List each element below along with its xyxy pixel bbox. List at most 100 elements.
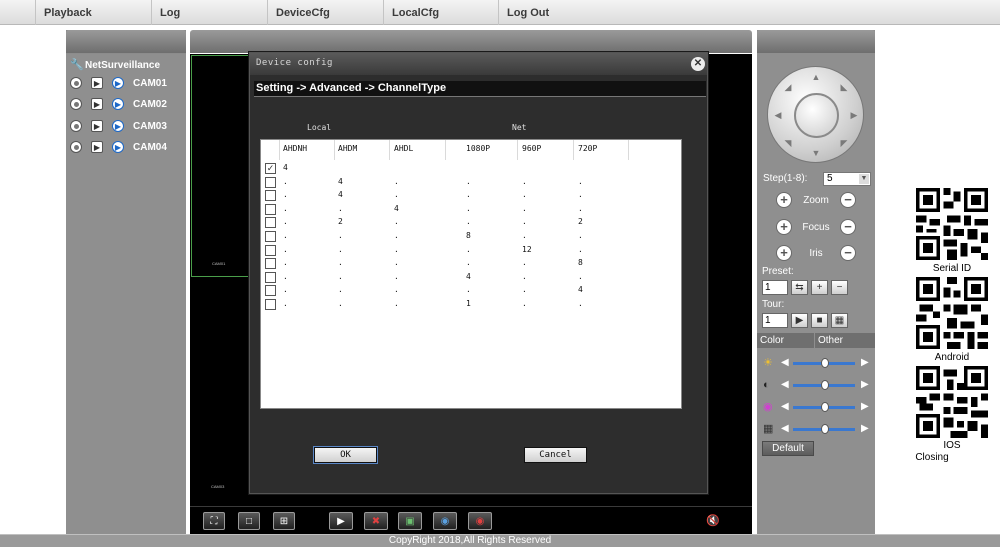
play-icon[interactable]: ▶ [91,141,103,153]
menu-logout[interactable]: Log Out [498,0,614,25]
decrease-arrow-icon[interactable]: ◀ [781,357,789,368]
increase-arrow-icon[interactable]: ▶ [861,357,869,368]
channel-row: ... 4.. [261,271,681,284]
arrow-up-icon[interactable]: ▲ [811,72,821,82]
slider-thumb[interactable] [821,358,829,368]
record-icon[interactable] [70,77,82,89]
tour-input[interactable]: 1 [762,313,788,328]
tour-grid-button[interactable]: ▦ [831,313,848,328]
play-icon[interactable]: ▶ [91,77,103,89]
iris-close-button[interactable]: − [840,245,856,261]
zoom-out-button[interactable]: − [840,192,856,208]
arrow-down-right-icon[interactable]: ◤ [839,138,849,148]
close-all-button[interactable]: ✖ [364,512,388,530]
single-view-button[interactable]: □ [238,512,260,530]
step-select[interactable]: 5 ▼ [823,172,871,186]
video-cell-3[interactable]: CAM03 [191,279,249,501]
play-icon[interactable]: ▶ [91,98,103,110]
increase-arrow-icon[interactable]: ▶ [861,379,869,390]
cam-label[interactable]: CAM03 [133,121,167,132]
default-button[interactable]: Default [762,441,814,456]
tour-stop-button[interactable]: ■ [811,313,828,328]
menu-localcfg[interactable]: LocalCfg [383,0,499,25]
preset-goto-button[interactable]: ⇆ [791,280,808,295]
slider-thumb[interactable] [821,380,829,390]
tour-play-button[interactable]: ▶ [791,313,808,328]
row-checkbox[interactable] [265,217,276,229]
row-checkbox[interactable] [265,244,276,256]
row-checkbox[interactable] [265,176,276,188]
camera-icon[interactable]: ▶ [112,141,124,153]
dialog-title-bar[interactable]: Device config ✕ [250,53,707,75]
preset-remove-button[interactable]: − [831,280,848,295]
slider-thumb[interactable] [821,402,829,412]
ptz-direction-pad[interactable]: ▲ ▼ ◀ ▶ ◢ ◣ ◥ ◤ [767,66,864,163]
tree-root-netsurveillance[interactable]: 🔧 NetSurveillance [70,58,160,72]
arrow-left-icon[interactable]: ◀ [773,110,783,120]
increase-arrow-icon[interactable]: ▶ [861,401,869,412]
record-icon[interactable] [70,120,82,132]
video-panel-header [190,30,752,53]
video-cell-4[interactable] [710,279,750,501]
decrease-arrow-icon[interactable]: ◀ [781,423,789,434]
row-checkbox[interactable] [265,190,276,202]
iris-open-button[interactable]: + [776,245,792,261]
quad-view-button[interactable]: ⊞ [273,512,295,530]
ok-button[interactable]: OK [313,446,378,464]
open-all-button[interactable]: ▶ [329,512,353,530]
mute-icon[interactable]: 🔇 [706,514,728,528]
stop-all-icon: ✖ [371,515,381,527]
arrow-up-right-icon[interactable]: ◣ [839,82,849,92]
menu-devicecfg[interactable]: DeviceCfg [267,0,383,25]
column-separator [628,140,629,160]
camera-icon[interactable]: ▶ [112,98,124,110]
decrease-arrow-icon[interactable]: ◀ [781,401,789,412]
record-all-button[interactable]: ◉ [433,512,457,530]
fullscreen-button[interactable]: ⛶ [203,512,225,530]
arrow-up-left-icon[interactable]: ◢ [783,82,793,92]
tab-other[interactable]: Other [815,333,875,348]
arrow-down-left-icon[interactable]: ◥ [783,138,793,148]
stop-record-button[interactable]: ◉ [468,512,492,530]
row-checkbox[interactable]: ✓ [265,163,276,174]
slider-thumb[interactable] [821,424,829,434]
row-checkbox[interactable] [265,299,276,310]
menu-log[interactable]: Log [151,0,267,25]
channel-cell: . [283,176,288,186]
ptz-center-button[interactable] [794,93,839,138]
video-cell-2[interactable] [710,55,750,277]
arrow-right-icon[interactable]: ▶ [849,110,859,120]
channel-type-grid: AHDNH AHDM AHDL 1080P 960P 720P ✓ 4. 4....… [260,139,682,409]
tab-color[interactable]: Color [757,333,814,348]
closing-link[interactable]: Closing [902,452,962,463]
cam-label[interactable]: CAM02 [133,99,167,110]
focus-out-button[interactable]: − [840,219,856,235]
zoom-in-button[interactable]: + [776,192,792,208]
row-checkbox[interactable] [265,203,276,215]
increase-arrow-icon[interactable]: ▶ [861,423,869,434]
cam-label[interactable]: CAM01 [133,78,167,89]
arrow-down-icon[interactable]: ▼ [811,148,821,158]
focus-in-button[interactable]: + [776,219,792,235]
preset-input[interactable]: 1 [762,280,788,295]
android-qr-code [916,277,988,349]
close-icon[interactable]: ✕ [691,57,705,71]
row-checkbox[interactable] [265,258,276,270]
stop-icon: ■ [816,315,823,326]
cancel-button[interactable]: Cancel [524,447,587,463]
snapshot-button[interactable]: ▣ [398,512,422,530]
row-checkbox[interactable] [265,285,276,297]
play-icon[interactable]: ▶ [91,120,103,132]
row-checkbox[interactable] [265,231,276,242]
record-icon[interactable] [70,98,82,110]
row-checkbox[interactable] [265,271,276,283]
video-cell-1[interactable]: CAM01 [191,55,249,277]
camera-icon[interactable]: ▶ [112,77,124,89]
cam-label[interactable]: CAM04 [133,142,167,153]
camera-icon[interactable]: ▶ [112,120,124,132]
record-icon[interactable] [70,141,82,153]
menu-playback[interactable]: Playback [35,0,151,25]
decrease-arrow-icon[interactable]: ◀ [781,379,789,390]
focus-label: Focus [802,222,830,233]
preset-add-button[interactable]: + [811,280,828,295]
